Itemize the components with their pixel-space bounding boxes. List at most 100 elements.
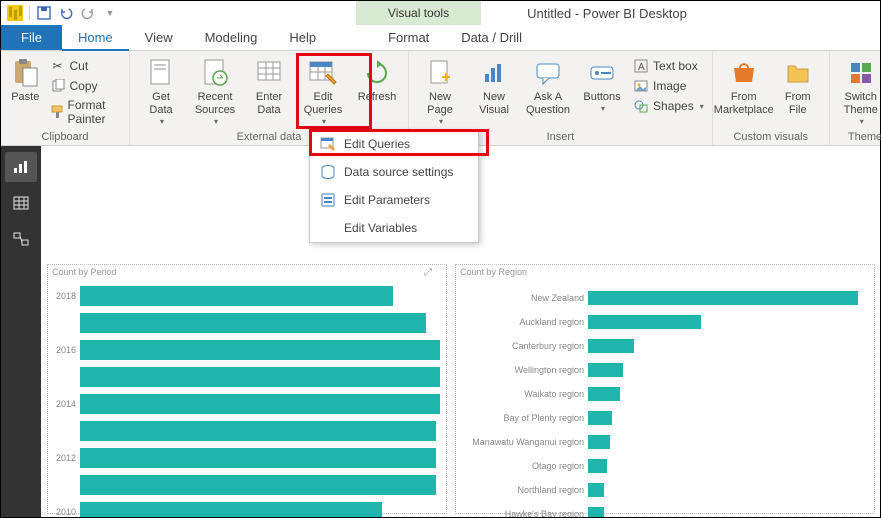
shapes-button[interactable]: Shapes bbox=[631, 97, 706, 115]
paste-button[interactable]: Paste bbox=[7, 53, 44, 104]
y-axis-label: 2018 bbox=[54, 291, 80, 301]
from-file-icon bbox=[782, 57, 814, 89]
marketplace-label: From Marketplace bbox=[714, 91, 774, 117]
y-axis-label: Northland region bbox=[462, 485, 588, 495]
tab-view[interactable]: View bbox=[129, 25, 189, 50]
y-axis-label: 2010 bbox=[54, 507, 80, 517]
text-box-button[interactable]: AText box bbox=[631, 57, 706, 75]
tab-file[interactable]: File bbox=[1, 25, 62, 50]
bar[interactable] bbox=[80, 394, 440, 414]
redo-icon[interactable] bbox=[80, 5, 96, 21]
visual-count-by-region[interactable]: Count by Region New ZealandAuckland regi… bbox=[455, 264, 875, 514]
bar-row: 2010 bbox=[54, 499, 440, 517]
bar[interactable] bbox=[80, 421, 436, 441]
tab-format[interactable]: Format bbox=[372, 25, 445, 50]
ask-question-button[interactable]: Ask A Question bbox=[523, 53, 573, 117]
y-axis-label: Canterbury region bbox=[462, 341, 588, 351]
format-painter-button[interactable]: Format Painter bbox=[48, 97, 124, 127]
ask-question-label: Ask A Question bbox=[526, 91, 570, 117]
dd-data-source-settings[interactable]: Data source settings bbox=[310, 158, 478, 186]
bar[interactable] bbox=[80, 502, 382, 518]
bar-row: 2016 bbox=[54, 337, 440, 362]
y-axis-label: 2012 bbox=[54, 453, 80, 463]
bar[interactable] bbox=[80, 313, 426, 333]
edit-queries-button[interactable]: Edit Queries bbox=[298, 53, 348, 127]
bar-row: Otago region bbox=[462, 455, 868, 477]
bar[interactable] bbox=[588, 411, 612, 425]
recent-sources-label: Recent Sources bbox=[195, 91, 235, 117]
get-data-icon bbox=[145, 57, 177, 89]
recent-sources-button[interactable]: Recent Sources bbox=[190, 53, 240, 127]
group-themes: Switch Theme Re Themes bbox=[830, 51, 881, 145]
buttons-button[interactable]: Buttons bbox=[577, 53, 627, 114]
refresh-label: Refresh bbox=[358, 91, 397, 104]
dd-edit-parameters[interactable]: Edit Parameters bbox=[310, 186, 478, 214]
shapes-icon bbox=[633, 98, 649, 114]
bar-row bbox=[54, 472, 440, 497]
refresh-button[interactable]: Refresh bbox=[352, 53, 402, 104]
report-view-button[interactable] bbox=[5, 152, 37, 182]
switch-theme-button[interactable]: Switch Theme bbox=[836, 53, 881, 127]
bar-row: 2012 bbox=[54, 445, 440, 470]
tab-help[interactable]: Help bbox=[273, 25, 332, 50]
get-data-button[interactable]: Get Data bbox=[136, 53, 186, 127]
ribbon-tabs: File Home View Modeling Help Format Data… bbox=[1, 25, 880, 51]
save-icon[interactable] bbox=[36, 5, 52, 21]
from-marketplace-button[interactable]: From Marketplace bbox=[719, 53, 769, 117]
bar[interactable] bbox=[588, 507, 604, 517]
image-button[interactable]: Image bbox=[631, 77, 706, 95]
group-clipboard: Paste ✂Cut Copy Format Painter Clipboard bbox=[1, 51, 130, 145]
y-axis-label: Manawatu Wanganui region bbox=[462, 437, 588, 447]
title-bar: ▼ Visual tools Untitled - Power BI Deskt… bbox=[1, 1, 880, 25]
paste-icon bbox=[9, 57, 41, 89]
bar-row: Bay of Plenty region bbox=[462, 407, 868, 429]
visual-count-by-period[interactable]: Count by Period ⤢ 20182016201420122010 bbox=[47, 264, 447, 514]
bar[interactable] bbox=[588, 387, 620, 401]
model-view-button[interactable] bbox=[5, 224, 37, 254]
qat-customize-icon[interactable]: ▼ bbox=[102, 5, 118, 21]
y-axis-label: Hawke's Bay region bbox=[462, 509, 588, 517]
edit-parameters-icon bbox=[320, 192, 336, 208]
bar[interactable] bbox=[588, 459, 607, 473]
copy-button[interactable]: Copy bbox=[48, 77, 124, 95]
tab-home[interactable]: Home bbox=[62, 25, 129, 50]
bar[interactable] bbox=[80, 286, 393, 306]
bar[interactable] bbox=[80, 448, 436, 468]
undo-icon[interactable] bbox=[58, 5, 74, 21]
y-axis-label: New Zealand bbox=[462, 293, 588, 303]
bar-row: Northland region bbox=[462, 479, 868, 501]
bar[interactable] bbox=[588, 435, 610, 449]
bar[interactable] bbox=[588, 339, 634, 353]
bar[interactable] bbox=[588, 291, 858, 305]
focus-mode-icon[interactable]: ⤢ bbox=[424, 267, 438, 281]
y-axis-label: Auckland region bbox=[462, 317, 588, 327]
edit-queries-icon bbox=[307, 57, 339, 89]
data-view-button[interactable] bbox=[5, 188, 37, 218]
paste-label: Paste bbox=[11, 91, 39, 104]
get-data-label: Get Data bbox=[149, 91, 172, 117]
bar[interactable] bbox=[588, 315, 701, 329]
dd-edit-queries[interactable]: Edit Queries bbox=[310, 130, 478, 158]
bar[interactable] bbox=[80, 340, 440, 360]
from-file-button[interactable]: From File bbox=[773, 53, 823, 117]
bar[interactable] bbox=[588, 483, 604, 497]
tab-data-drill[interactable]: Data / Drill bbox=[445, 25, 538, 50]
new-page-button[interactable]: New Page bbox=[415, 53, 465, 127]
group-label-custom: Custom visuals bbox=[719, 129, 823, 145]
bar-row bbox=[54, 364, 440, 389]
bar-row: Manawatu Wanganui region bbox=[462, 431, 868, 453]
new-visual-button[interactable]: New Visual bbox=[469, 53, 519, 117]
dd-edit-variables[interactable]: Edit Variables bbox=[310, 214, 478, 242]
y-axis-label: Bay of Plenty region bbox=[462, 413, 588, 423]
marketplace-icon bbox=[728, 57, 760, 89]
y-axis-label: Otago region bbox=[462, 461, 588, 471]
new-page-icon bbox=[424, 57, 456, 89]
bar[interactable] bbox=[80, 367, 440, 387]
edit-queries-label: Edit Queries bbox=[304, 91, 343, 117]
tab-modeling[interactable]: Modeling bbox=[189, 25, 274, 50]
svg-text:A: A bbox=[638, 62, 645, 73]
enter-data-button[interactable]: Enter Data bbox=[244, 53, 294, 117]
bar[interactable] bbox=[80, 475, 436, 495]
bar[interactable] bbox=[588, 363, 623, 377]
cut-button[interactable]: ✂Cut bbox=[48, 57, 124, 75]
